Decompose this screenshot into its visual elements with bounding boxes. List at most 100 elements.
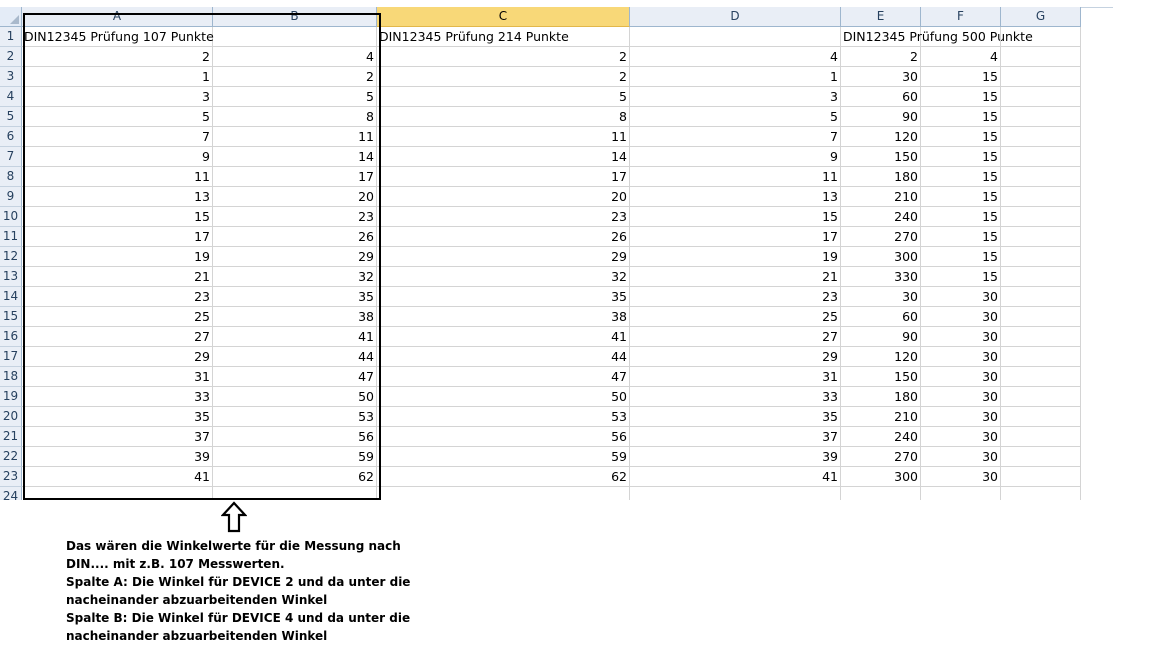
cell[interactable] xyxy=(630,27,841,47)
cell[interactable]: 30 xyxy=(921,407,1001,427)
cell[interactable]: 35 xyxy=(213,287,377,307)
cell[interactable]: 35 xyxy=(377,287,630,307)
cell[interactable]: 240 xyxy=(841,427,921,447)
cell[interactable]: 8 xyxy=(377,107,630,127)
cell[interactable]: 15 xyxy=(22,207,213,227)
cell[interactable] xyxy=(1001,287,1081,307)
cell[interactable]: 30 xyxy=(921,427,1001,447)
cell[interactable]: 15 xyxy=(921,187,1001,207)
cell[interactable]: 15 xyxy=(921,167,1001,187)
cell[interactable]: 15 xyxy=(921,87,1001,107)
cell[interactable]: 330 xyxy=(841,267,921,287)
cell[interactable] xyxy=(1001,407,1081,427)
row-header[interactable]: 21 xyxy=(0,427,22,447)
cell[interactable] xyxy=(1001,107,1081,127)
row-header[interactable]: 6 xyxy=(0,127,22,147)
column-header-c[interactable]: C xyxy=(377,7,630,27)
cell[interactable]: DIN12345 Prüfung 500 Punkte xyxy=(841,27,1033,47)
cell[interactable]: 7 xyxy=(630,127,841,147)
cell[interactable]: 150 xyxy=(841,367,921,387)
row-header[interactable]: 8 xyxy=(0,167,22,187)
cell[interactable]: 270 xyxy=(841,447,921,467)
row-header[interactable]: 23 xyxy=(0,467,22,487)
row-header[interactable]: 20 xyxy=(0,407,22,427)
cell[interactable]: 17 xyxy=(22,227,213,247)
cell[interactable] xyxy=(1001,87,1081,107)
cell[interactable] xyxy=(377,487,630,500)
cell[interactable]: 59 xyxy=(377,447,630,467)
cell[interactable] xyxy=(1001,487,1081,500)
cell[interactable]: 25 xyxy=(22,307,213,327)
cell[interactable]: 2 xyxy=(841,47,921,67)
cell[interactable] xyxy=(921,487,1001,500)
cell[interactable]: 23 xyxy=(630,287,841,307)
cell[interactable]: 47 xyxy=(213,367,377,387)
cell[interactable]: 210 xyxy=(841,407,921,427)
row-header[interactable]: 22 xyxy=(0,447,22,467)
cell[interactable]: 13 xyxy=(22,187,213,207)
cell[interactable]: 15 xyxy=(921,267,1001,287)
cell[interactable] xyxy=(1001,247,1081,267)
cell[interactable] xyxy=(213,27,377,47)
cell[interactable] xyxy=(1001,387,1081,407)
column-header-f[interactable]: F xyxy=(921,7,1001,27)
cell[interactable]: 30 xyxy=(921,307,1001,327)
cell[interactable]: 15 xyxy=(921,207,1001,227)
cell[interactable]: 180 xyxy=(841,167,921,187)
cell[interactable]: 26 xyxy=(377,227,630,247)
cell[interactable] xyxy=(630,487,841,500)
cell[interactable]: 15 xyxy=(921,67,1001,87)
cell[interactable]: 53 xyxy=(377,407,630,427)
cell[interactable] xyxy=(921,27,1001,47)
cell[interactable]: 30 xyxy=(921,347,1001,367)
cell[interactable]: 62 xyxy=(377,467,630,487)
cell[interactable]: 13 xyxy=(630,187,841,207)
cell[interactable]: 210 xyxy=(841,187,921,207)
row-header[interactable]: 19 xyxy=(0,387,22,407)
cell[interactable] xyxy=(1001,207,1081,227)
cell[interactable]: 1 xyxy=(630,67,841,87)
cell[interactable] xyxy=(22,487,213,500)
cell[interactable] xyxy=(1001,67,1081,87)
cell[interactable]: 15 xyxy=(921,127,1001,147)
cell[interactable]: 59 xyxy=(213,447,377,467)
cell[interactable]: 11 xyxy=(377,127,630,147)
cell[interactable] xyxy=(1001,307,1081,327)
cell[interactable]: 20 xyxy=(213,187,377,207)
cell[interactable] xyxy=(841,487,921,500)
cell[interactable]: 17 xyxy=(377,167,630,187)
cell[interactable]: 26 xyxy=(213,227,377,247)
cell[interactable] xyxy=(1001,447,1081,467)
cell[interactable]: 3 xyxy=(22,87,213,107)
cell[interactable]: 90 xyxy=(841,107,921,127)
row-header[interactable]: 12 xyxy=(0,247,22,267)
cell[interactable]: 31 xyxy=(22,367,213,387)
cell[interactable]: 19 xyxy=(630,247,841,267)
cell[interactable]: 9 xyxy=(630,147,841,167)
cell[interactable]: 60 xyxy=(841,307,921,327)
cell[interactable]: 47 xyxy=(377,367,630,387)
cell[interactable]: 4 xyxy=(921,47,1001,67)
column-header-g[interactable]: G xyxy=(1001,7,1081,27)
cell[interactable]: 15 xyxy=(921,147,1001,167)
cell[interactable]: 32 xyxy=(213,267,377,287)
row-header[interactable]: 3 xyxy=(0,67,22,87)
cell[interactable]: 11 xyxy=(22,167,213,187)
cell[interactable]: 23 xyxy=(213,207,377,227)
cell[interactable]: 120 xyxy=(841,127,921,147)
cell[interactable] xyxy=(213,487,377,500)
cell[interactable]: 150 xyxy=(841,147,921,167)
cell[interactable]: DIN12345 Prüfung 107 Punkte xyxy=(22,27,214,47)
cell[interactable]: 20 xyxy=(377,187,630,207)
row-header[interactable]: 15 xyxy=(0,307,22,327)
cell[interactable]: 33 xyxy=(630,387,841,407)
cell[interactable]: 14 xyxy=(213,147,377,167)
cell[interactable] xyxy=(1001,187,1081,207)
row-header[interactable]: 24 xyxy=(0,487,22,500)
cell[interactable]: 14 xyxy=(377,147,630,167)
cell[interactable]: 1 xyxy=(22,67,213,87)
cell[interactable]: 300 xyxy=(841,247,921,267)
cell[interactable]: 31 xyxy=(630,367,841,387)
cell[interactable]: 180 xyxy=(841,387,921,407)
cell[interactable]: 30 xyxy=(841,67,921,87)
